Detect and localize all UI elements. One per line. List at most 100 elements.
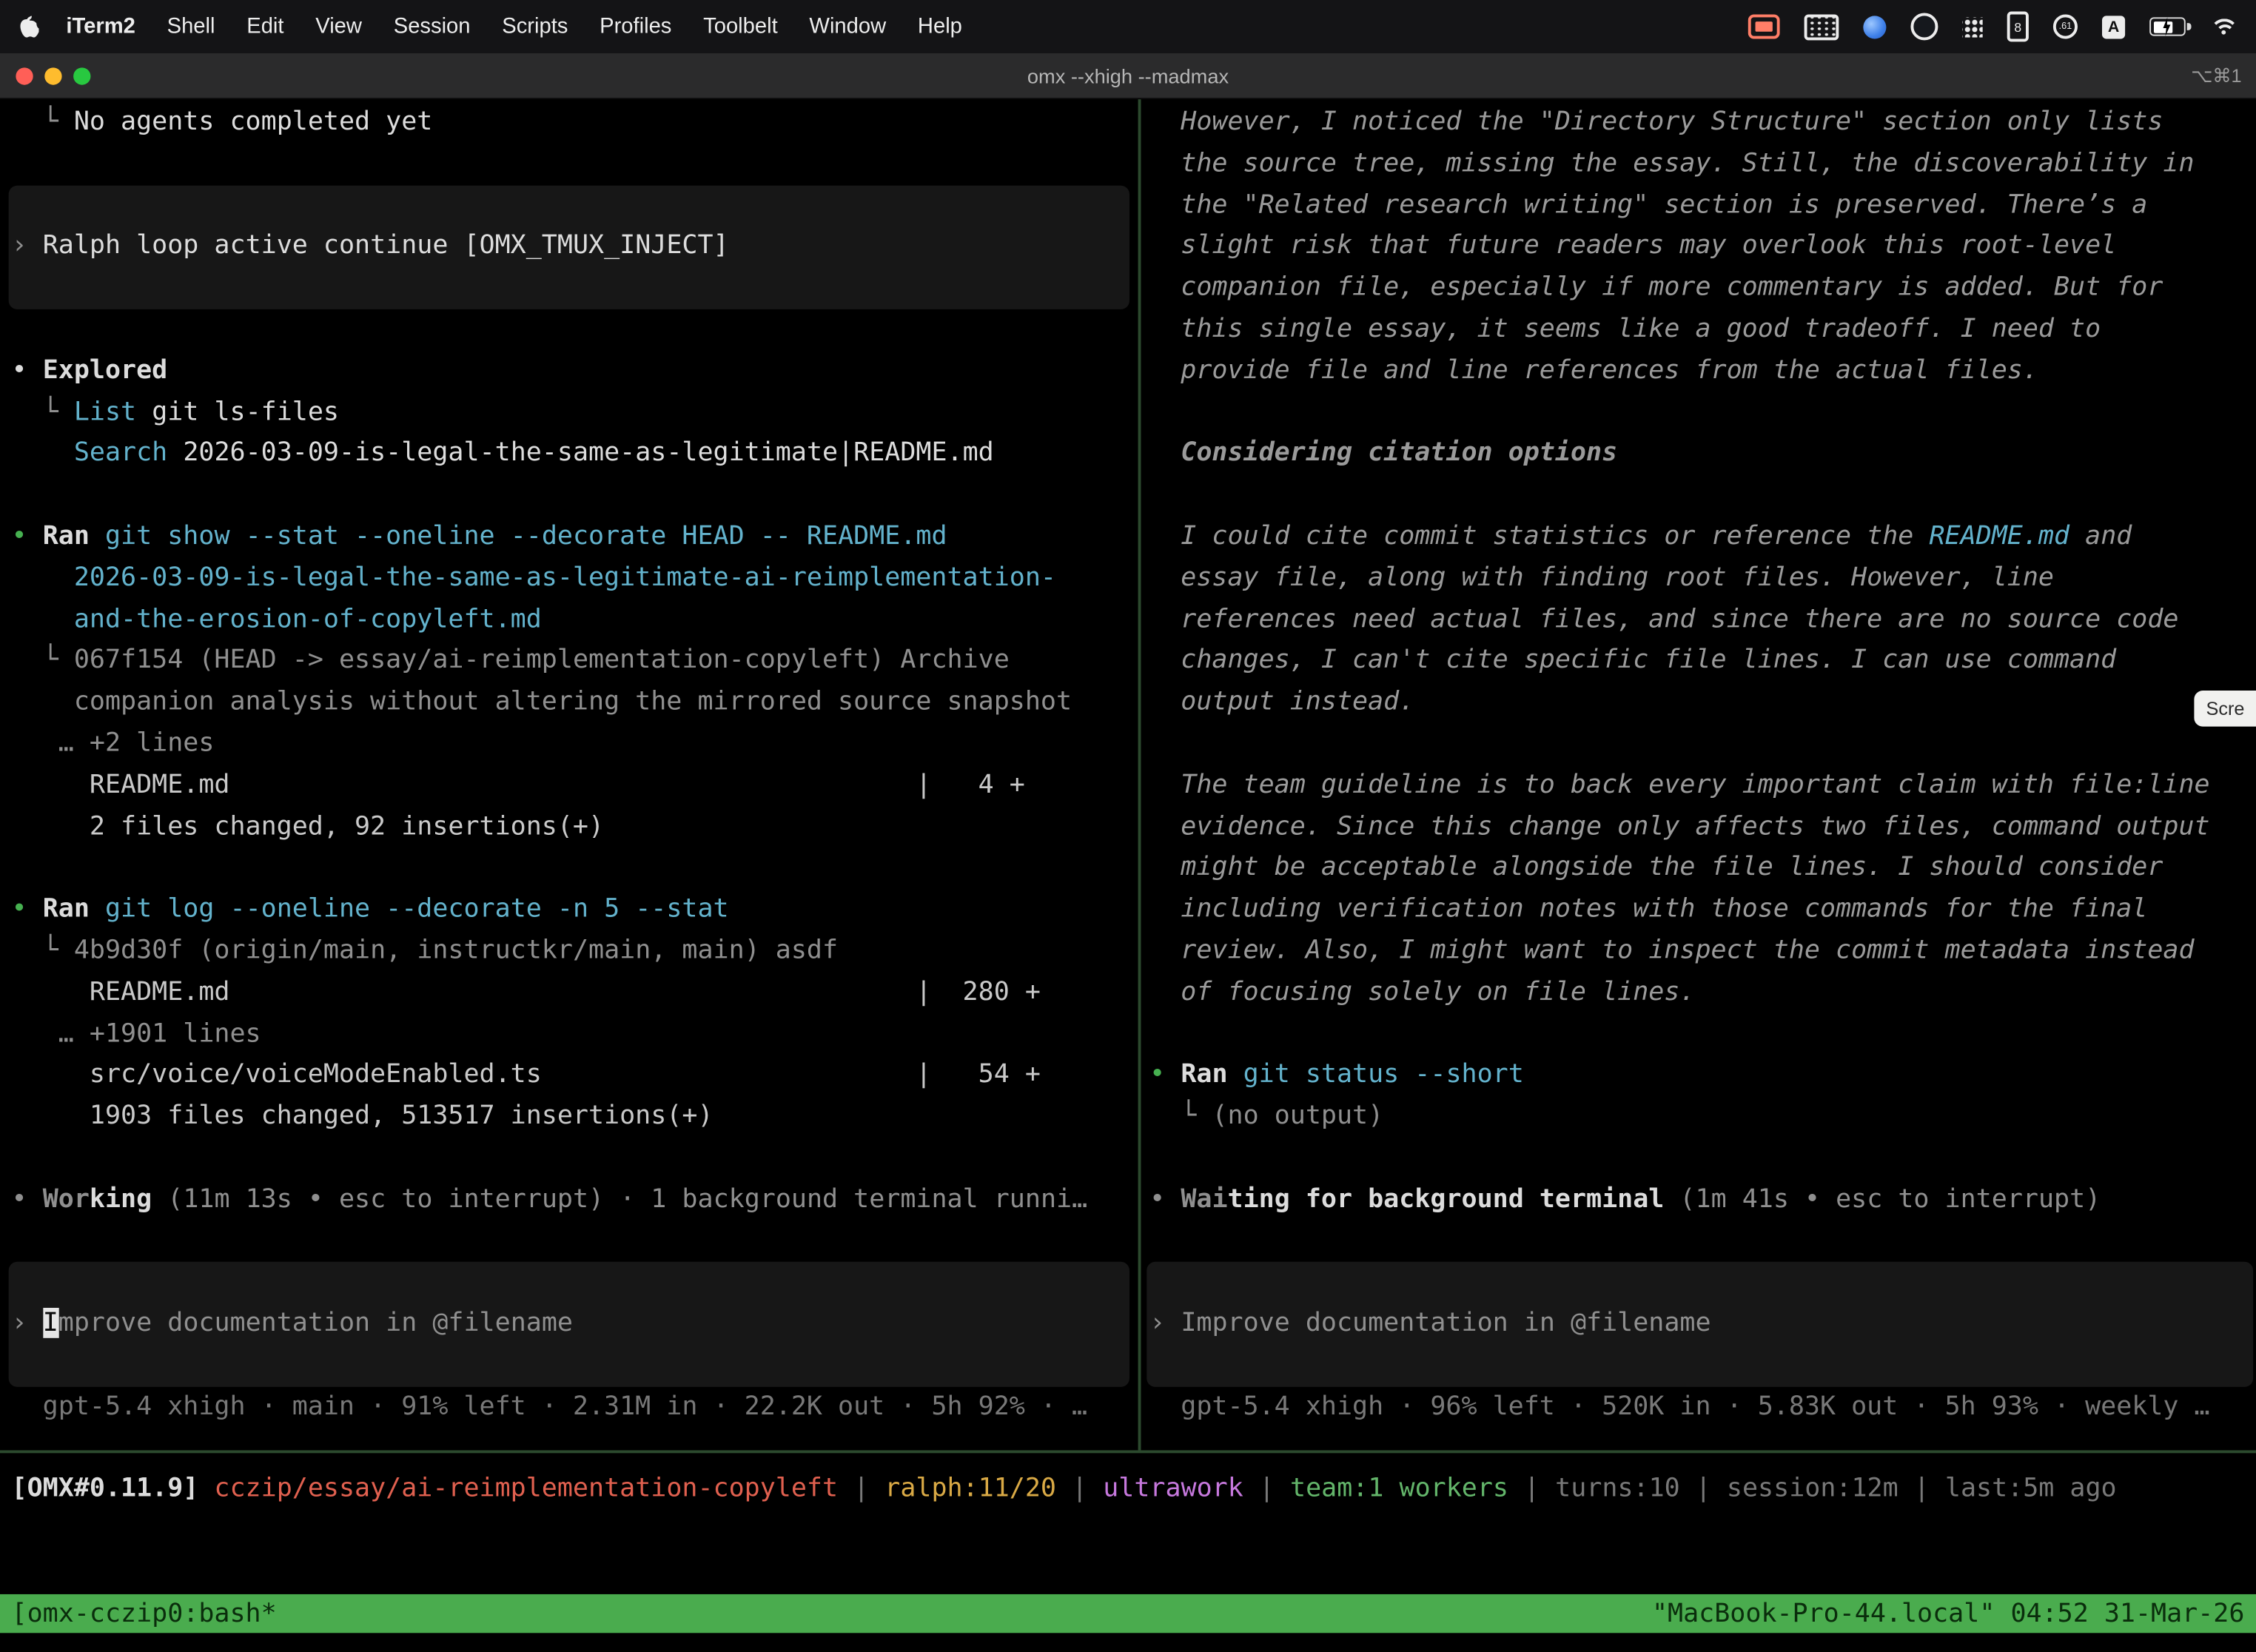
terminal-line: └ No agents completed yet bbox=[12, 102, 1138, 144]
terminal-line: provide file and line references from th… bbox=[1149, 351, 2256, 392]
text-segment: cczip/essay/ai-reimplementation-copyleft bbox=[214, 1474, 838, 1504]
gauge-icon[interactable]: .61 bbox=[2053, 14, 2078, 38]
menu-item-toolbelt[interactable]: Toolbelt bbox=[688, 14, 793, 38]
text-segment: gpt-5.4 xhigh · main · 91% left · 2.31M … bbox=[12, 1391, 1088, 1421]
text-segment: of focusing solely on file lines. bbox=[1149, 976, 1695, 1007]
text-segment: Considering citation options bbox=[1149, 438, 1617, 469]
text-segment: the "Related research writing" section i… bbox=[1149, 189, 2147, 220]
input-source-icon[interactable]: A bbox=[2102, 15, 2125, 38]
terminal-line: essay file, along with finding root file… bbox=[1149, 558, 2256, 600]
text-segment: evidence. Since this change only affects… bbox=[1149, 810, 2209, 841]
text-segment: Wor bbox=[43, 1183, 90, 1214]
text-segment: this single essay, it seems like a good … bbox=[1149, 314, 2101, 344]
terminal-line: 2026-03-09-is-legal-the-same-as-legitima… bbox=[12, 558, 1138, 600]
tmux-pane-left[interactable]: └ No agents completed yet › Ralph loop ac… bbox=[0, 99, 1138, 1450]
text-segment: … +1901 lines bbox=[12, 1018, 261, 1048]
minimize-button[interactable] bbox=[44, 67, 61, 84]
terminal-line: evidence. Since this change only affects… bbox=[1149, 807, 2256, 848]
text-segment: … +2 lines bbox=[12, 728, 215, 759]
terminal-line: 1903 files changed, 513517 insertions(+) bbox=[12, 1096, 1138, 1138]
terminal-line: └ 067f154 (HEAD -> essay/ai-reimplementa… bbox=[12, 641, 1138, 682]
terminal-line: Search 2026-03-09-is-legal-the-same-as-l… bbox=[12, 434, 1138, 475]
terminal-line: README.md | 4 + bbox=[12, 765, 1138, 807]
text-segment: Ralph loop active continue [OMX_TMUX_INJ… bbox=[43, 231, 729, 261]
terminal-line: output instead. bbox=[1149, 682, 2256, 724]
text-segment: README.md | 280 + bbox=[12, 976, 1041, 1007]
terminal-line: gpt-5.4 xhigh · 96% left · 520K in · 5.8… bbox=[1149, 1386, 2256, 1428]
terminal-line: However, I noticed the "Directory Struct… bbox=[1149, 102, 2256, 144]
text-segment: 1903 files changed, 513517 insertions(+) bbox=[12, 1101, 714, 1131]
terminal-line: companion file, especially if more comme… bbox=[1149, 268, 2256, 309]
terminal-line: companion analysis without altering the … bbox=[12, 682, 1138, 724]
menu-item-iterm2[interactable]: iTerm2 bbox=[50, 14, 151, 38]
menu-item-help[interactable]: Help bbox=[902, 14, 978, 38]
text-segment: Search bbox=[74, 438, 167, 469]
text-segment: Ran bbox=[43, 521, 90, 551]
iphone-mirroring-icon[interactable]: 8 bbox=[2007, 12, 2029, 42]
text-segment: essay file, along with finding root file… bbox=[1149, 563, 2054, 593]
terminal-line bbox=[12, 144, 1138, 185]
apple-logo[interactable] bbox=[20, 16, 38, 37]
text-segment: the source tree, missing the essay. Stil… bbox=[1149, 148, 2194, 178]
tmux-status-bar: [omx-cczip0:bash* "MacBook-Pro-44.local"… bbox=[0, 1594, 2256, 1633]
menu-items: iTerm2ShellEditViewSessionScriptsProfile… bbox=[50, 14, 978, 38]
menu-item-scripts[interactable]: Scripts bbox=[486, 14, 584, 38]
terminal-line bbox=[12, 185, 1138, 226]
window-title-bar[interactable]: omx --xhigh --madmax ⌥⌘1 bbox=[0, 53, 2256, 99]
keyboard-viewer-icon[interactable] bbox=[1805, 13, 1839, 39]
screen-edge-tooltip[interactable]: Scre bbox=[2195, 691, 2256, 727]
terminal-line: Considering citation options bbox=[1149, 434, 2256, 475]
text-segment: turns:10 bbox=[1555, 1474, 1680, 1504]
text-segment: | bbox=[1899, 1474, 1945, 1504]
text-segment: 4b9d30f (origin/main, instructkr/main, m… bbox=[74, 935, 838, 965]
browser-icon[interactable] bbox=[1863, 15, 1886, 38]
terminal-line: • Explored bbox=[12, 351, 1138, 392]
terminal-line bbox=[12, 1138, 1138, 1179]
battery-charging-icon[interactable] bbox=[2149, 17, 2186, 36]
github-icon[interactable] bbox=[1910, 13, 1938, 40]
text-segment: git ls-files bbox=[136, 397, 339, 427]
text-segment: gpt-5.4 xhigh · 96% left · 520K in · 5.8… bbox=[1149, 1391, 2209, 1421]
text-segment: 2026-03-09-is-legal-the-same-as-legitima… bbox=[12, 563, 1056, 593]
terminal-line: └ 4b9d30f (origin/main, instructkr/main,… bbox=[12, 931, 1138, 973]
text-segment: 2026-03-09-is-legal-the-same-as-legitima… bbox=[167, 438, 993, 469]
status-divider bbox=[0, 1450, 2256, 1453]
tmux-session-window[interactable]: [omx-cczip0:bash* bbox=[12, 1599, 277, 1629]
tmux-pane-right[interactable]: However, I noticed the "Directory Struct… bbox=[1141, 99, 2256, 1450]
text-segment: output instead. bbox=[1149, 687, 1414, 717]
screen-recording-icon[interactable] bbox=[1748, 14, 1780, 38]
menu-item-view[interactable]: View bbox=[300, 14, 377, 38]
text-segment: • bbox=[12, 521, 43, 551]
text-segment: team:1 workers bbox=[1290, 1474, 1508, 1504]
terminal-line: • Ran git show --stat --oneline --decora… bbox=[12, 517, 1138, 558]
terminal-line: › Ralph loop active continue [OMX_TMUX_I… bbox=[12, 226, 1138, 268]
menu-item-profiles[interactable]: Profiles bbox=[584, 14, 688, 38]
omx-status-line: [OMX#0.11.9] cczip/essay/ai-reimplementa… bbox=[12, 1469, 2117, 1511]
terminal-line: and-the-erosion-of-copyleft.md bbox=[12, 600, 1138, 641]
text-segment: review. Also, I might want to inspect th… bbox=[1149, 935, 2194, 965]
terminal-line: › Improve documentation in @filename bbox=[12, 1303, 1138, 1345]
menu-item-window[interactable]: Window bbox=[793, 14, 902, 38]
menu-item-shell[interactable]: Shell bbox=[151, 14, 231, 38]
menu-item-session[interactable]: Session bbox=[377, 14, 486, 38]
text-segment: └ bbox=[12, 645, 74, 676]
terminal-line bbox=[12, 309, 1138, 351]
app-grid-icon[interactable] bbox=[1962, 16, 1982, 36]
terminal-line bbox=[1149, 1345, 2256, 1386]
terminal-line bbox=[12, 1220, 1138, 1262]
text-segment: [OMX#0.11.9] bbox=[12, 1474, 199, 1504]
close-button[interactable] bbox=[16, 67, 33, 84]
text-segment: including verification notes with those … bbox=[1149, 893, 2147, 924]
terminal-line: references need actual files, and since … bbox=[1149, 600, 2256, 641]
menu-item-edit[interactable]: Edit bbox=[231, 14, 300, 38]
text-segment: › bbox=[12, 1308, 43, 1338]
window-title: omx --xhigh --madmax bbox=[0, 64, 2256, 87]
text-segment: ralph:11/20 bbox=[884, 1474, 1056, 1504]
wifi-icon[interactable] bbox=[2210, 16, 2236, 36]
text-segment: king bbox=[90, 1183, 152, 1214]
terminal-line: review. Also, I might want to inspect th… bbox=[1149, 931, 2256, 973]
text-segment: and-the-erosion-of-copyleft.md bbox=[12, 604, 542, 634]
zoom-button[interactable] bbox=[73, 67, 90, 84]
tmux-host-time: "MacBook-Pro-44.local" 04:52 31-Mar-26 bbox=[1652, 1599, 2245, 1629]
terminal-line: • Waiting for background terminal (1m 41… bbox=[1149, 1179, 2256, 1220]
